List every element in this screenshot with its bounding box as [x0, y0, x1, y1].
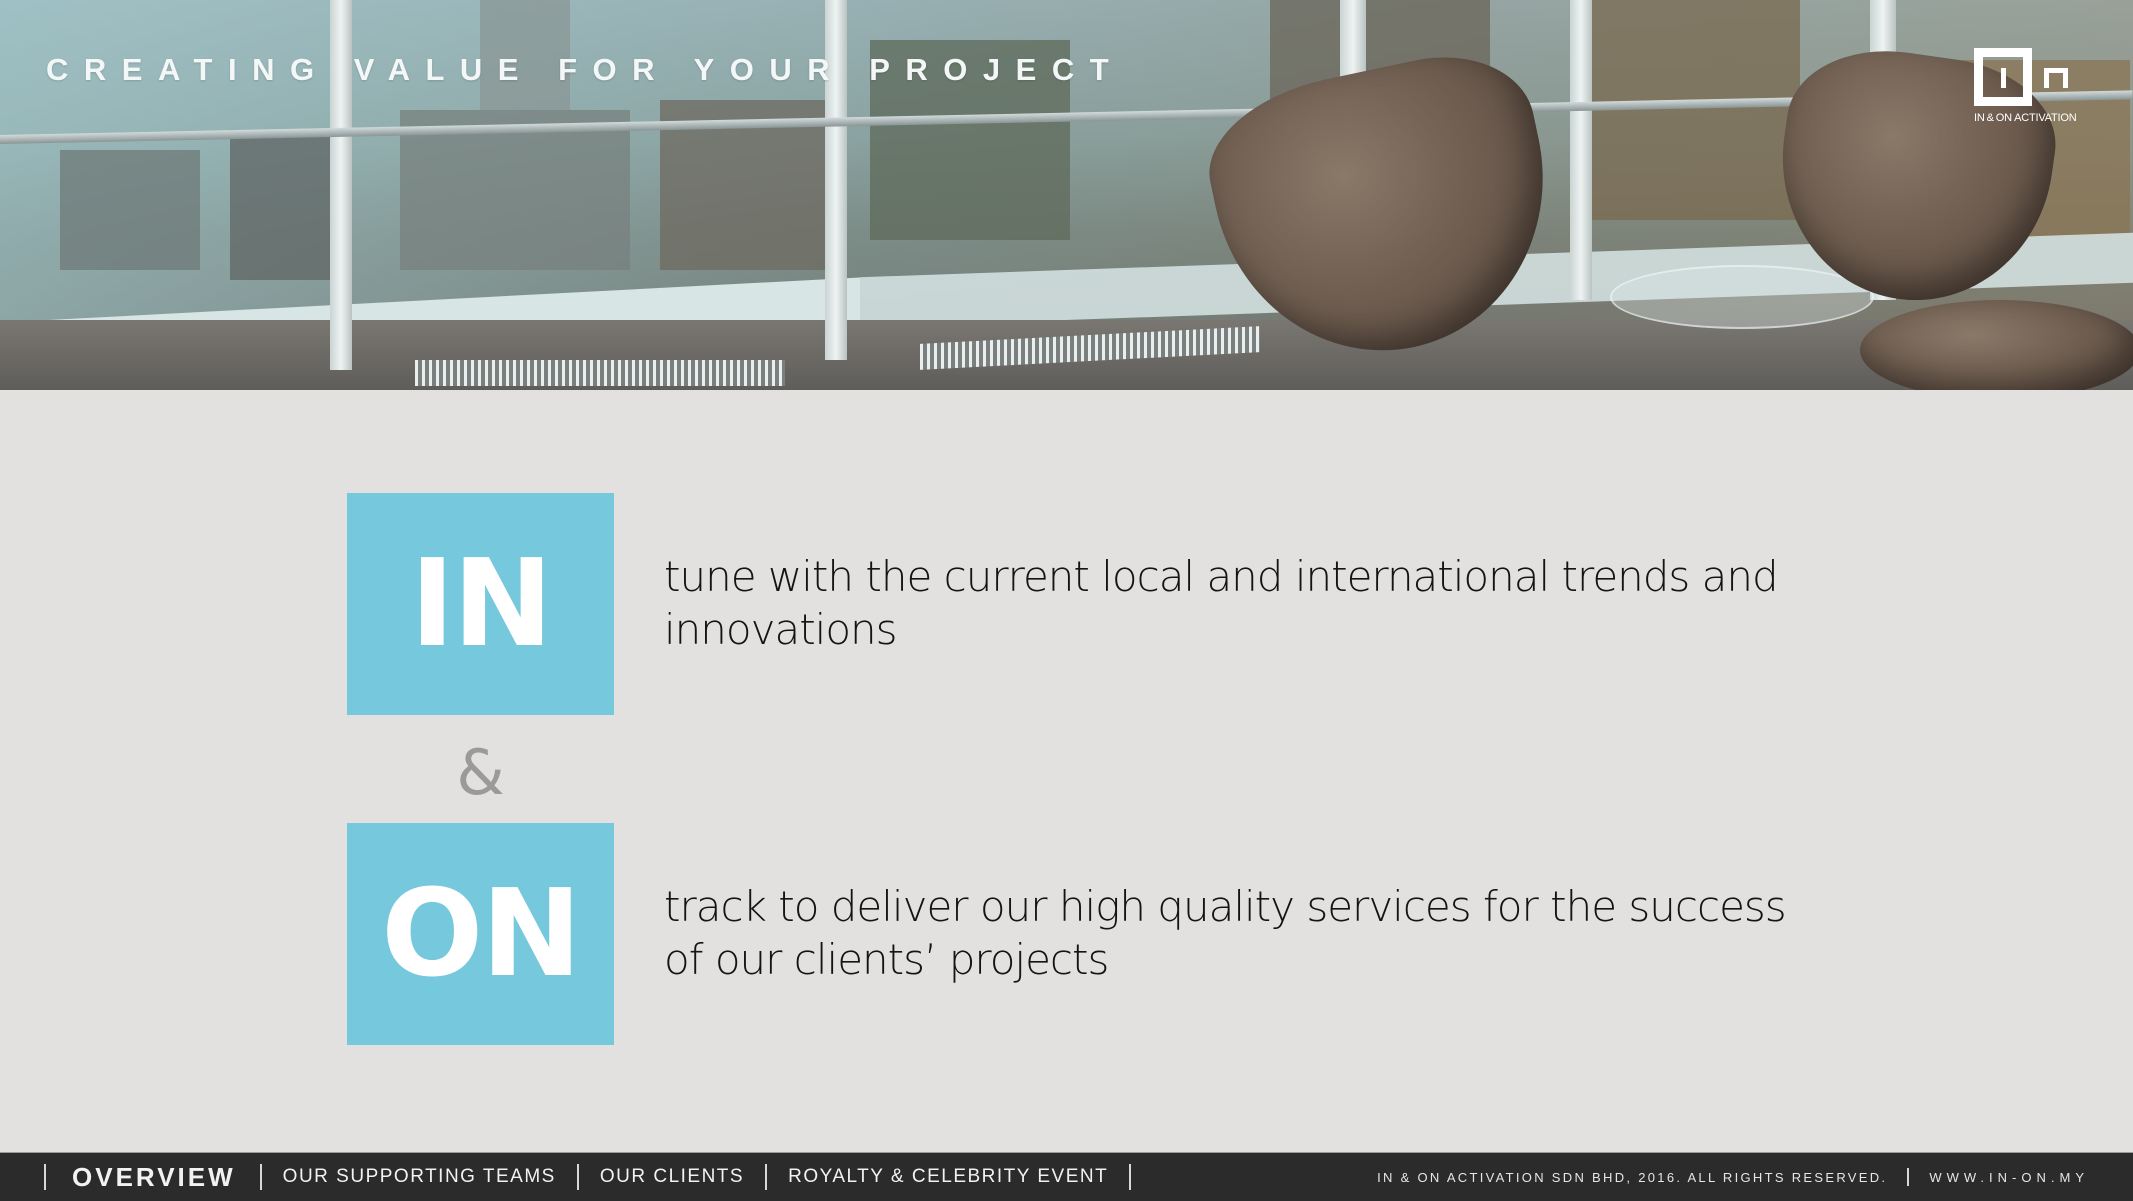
in-statement: tune with the current local and internat…: [664, 552, 1779, 654]
on-statement: track to deliver our high quality servic…: [664, 882, 1787, 984]
floor-vent: [415, 360, 785, 386]
logo-i-glyph: [2001, 68, 2006, 88]
ampersand-connector: &: [456, 736, 505, 809]
logo-n-glyph: [2044, 68, 2068, 88]
legal-divider: [1907, 1168, 1910, 1186]
city-building: [60, 150, 200, 270]
nav-item-royalty-celebrity-event[interactable]: ROYALTY & CELEBRITY EVENT: [767, 1166, 1129, 1188]
hero-title: CREATING VALUE FOR YOUR PROJECT: [46, 52, 1125, 87]
in-tile: IN: [347, 493, 614, 715]
logo-caption: IN & ON ACTIVATION: [1974, 112, 2077, 124]
footer-nav-bar: OVERVIEW OUR SUPPORTING TEAMS OUR CLIENT…: [0, 1152, 2133, 1201]
nav-item-clients[interactable]: OUR CLIENTS: [579, 1166, 765, 1188]
nav-item-supporting-teams[interactable]: OUR SUPPORTING TEAMS: [262, 1166, 577, 1188]
on-tile: ON: [347, 823, 614, 1045]
glass-table: [1610, 265, 1874, 329]
website-link[interactable]: WWW.IN-ON.MY: [1929, 1170, 2089, 1185]
window-mullion: [1570, 0, 1592, 300]
copyright-text: IN & ON ACTIVATION SDN BHD, 2016. ALL RI…: [1377, 1169, 1888, 1185]
section-nav: OVERVIEW OUR SUPPORTING TEAMS OUR CLIENT…: [44, 1153, 1132, 1201]
footer-legal: IN & ON ACTIVATION SDN BHD, 2016. ALL RI…: [1377, 1153, 2089, 1201]
company-logo[interactable]: IN & ON ACTIVATION: [1974, 48, 2094, 126]
lounge-chair: [1860, 300, 2133, 390]
hero-photo: CREATING VALUE FOR YOUR PROJECT IN & ON …: [0, 0, 2133, 390]
nav-item-overview[interactable]: OVERVIEW: [46, 1162, 260, 1193]
nav-divider: [1129, 1164, 1132, 1190]
city-building: [230, 130, 340, 280]
